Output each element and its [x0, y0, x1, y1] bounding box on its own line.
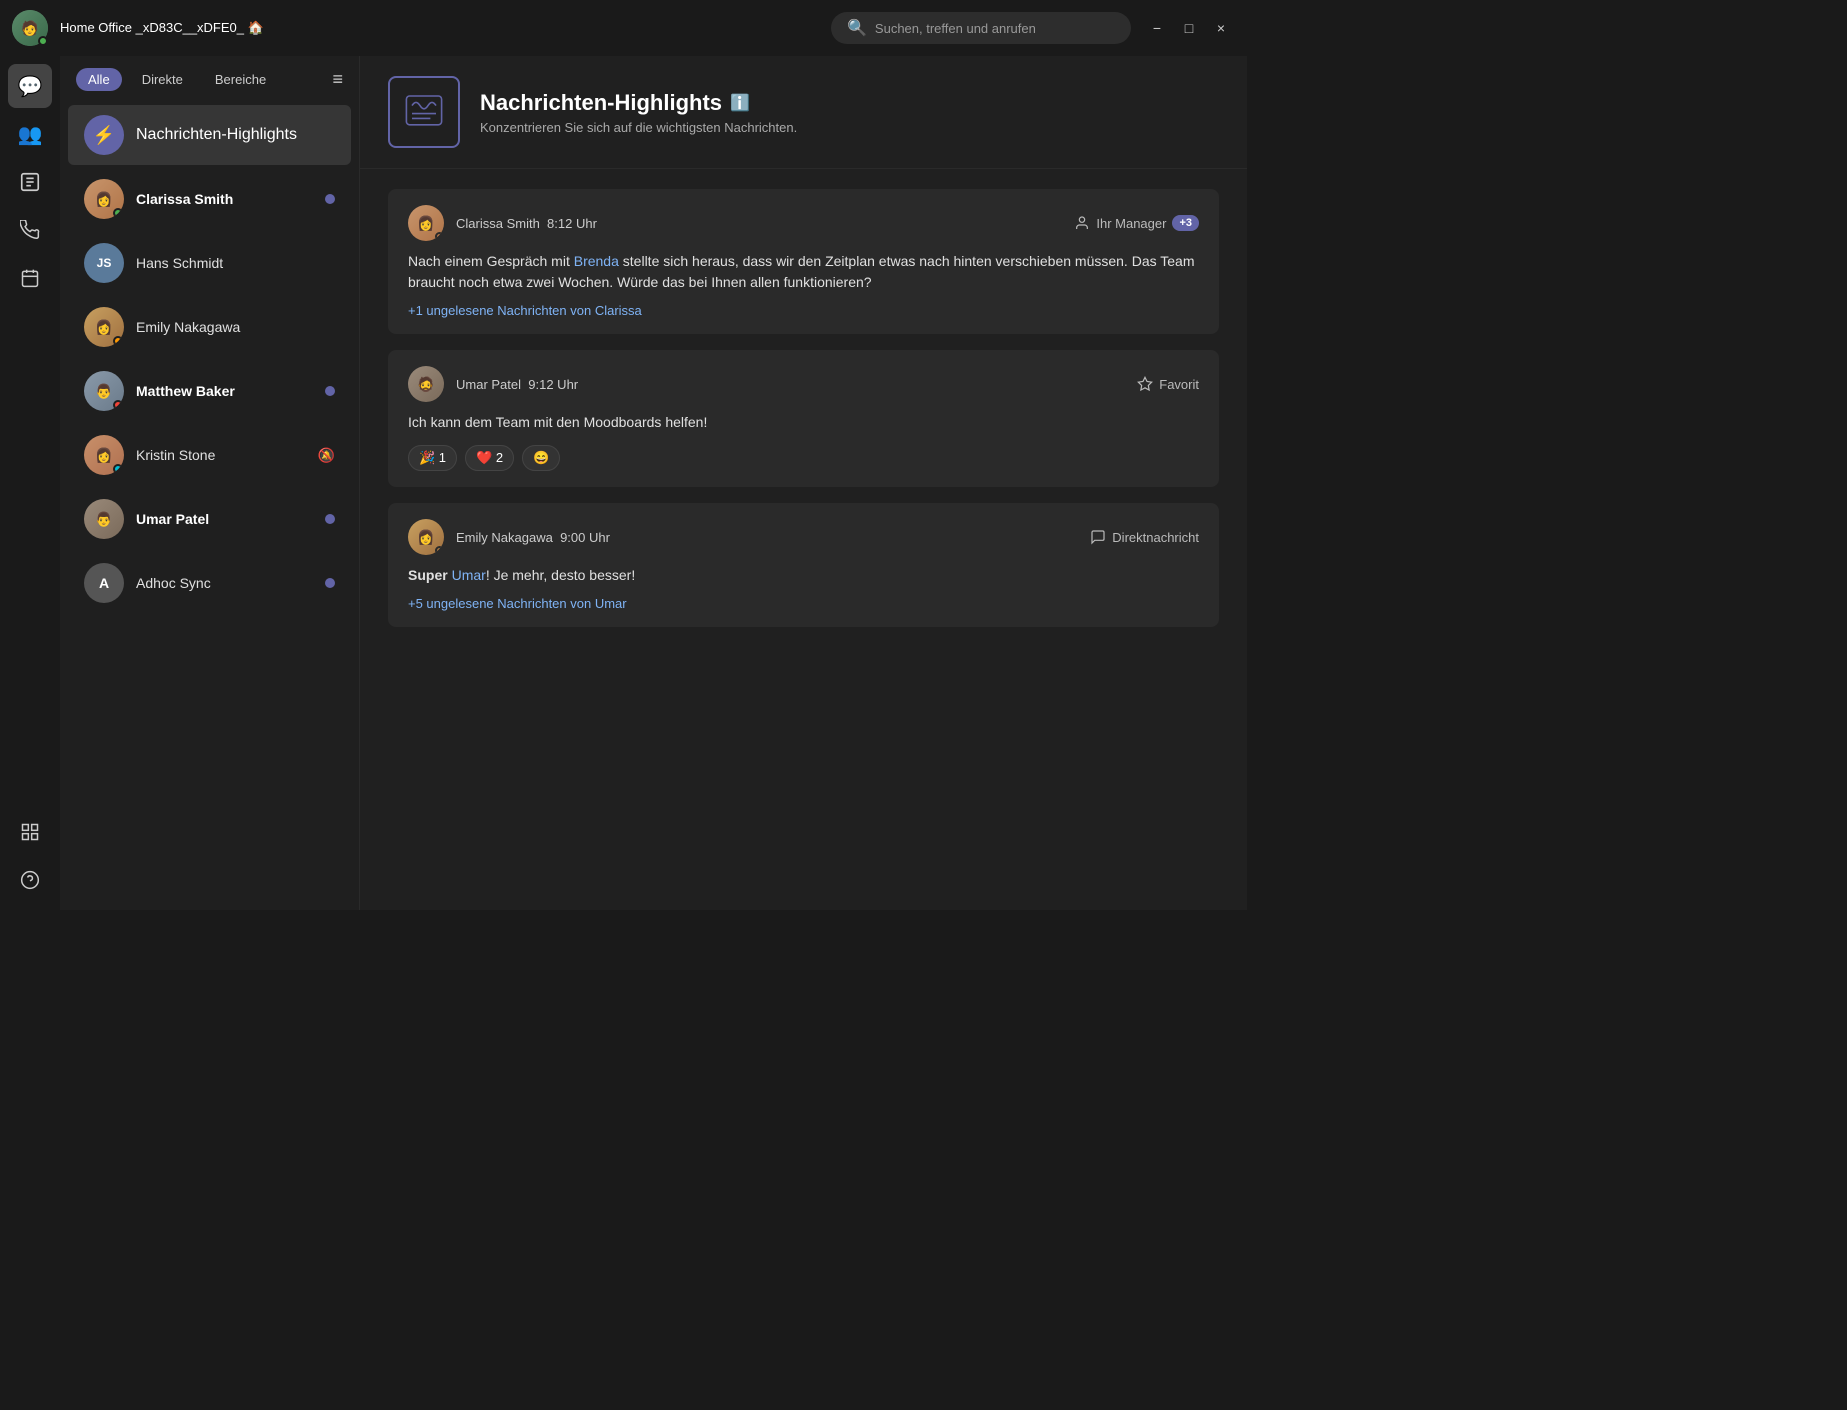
search-input[interactable] — [875, 21, 1115, 36]
mention-brenda: Brenda — [574, 253, 619, 269]
close-button[interactable]: × — [1207, 14, 1235, 42]
mute-icon-kristin: 🔕 — [318, 447, 335, 464]
nachrichten-highlights-item[interactable]: ⚡ Nachrichten-Highlights — [68, 105, 351, 165]
msg-avatar-umar: 🧔 — [408, 366, 444, 402]
filter-direkte-button[interactable]: Direkte — [130, 68, 195, 91]
sidebar-item-chat[interactable]: 💬 — [8, 64, 52, 108]
contact-name-umar: Umar Patel — [136, 511, 313, 527]
contact-item-hans[interactable]: JS Hans Schmidt — [68, 233, 351, 293]
user-avatar[interactable]: 🧑 — [12, 10, 48, 46]
contact-avatar-hans: JS — [84, 243, 124, 283]
bubble-icon — [1090, 529, 1106, 545]
mention-umar: Umar — [452, 567, 486, 583]
person-icon — [1074, 215, 1090, 231]
contact-avatar-adhoc: A — [84, 563, 124, 603]
reaction-party[interactable]: 🎉 1 — [408, 445, 457, 471]
page-title: Nachrichten-Highlights ℹ️ — [480, 90, 797, 116]
reaction-heart[interactable]: ❤️ 2 — [465, 445, 514, 471]
header-icon — [388, 76, 460, 148]
status-dot-matthew — [113, 400, 123, 410]
contact-avatar-clarissa: 👩 — [84, 179, 124, 219]
contacts-filter-bar: Alle Direkte Bereiche ≡ — [60, 56, 359, 103]
contact-item-matthew[interactable]: 👨 Matthew Baker — [68, 361, 351, 421]
window-controls: − □ × — [1143, 14, 1235, 42]
status-dot-clarissa — [113, 208, 123, 218]
message-card-clarissa: 👩 Clarissa Smith 8:12 Uhr Ihr Manager — [388, 189, 1219, 334]
contacts-panel: Alle Direkte Bereiche ≡ ⚡ Nachrichten-Hi… — [60, 56, 360, 910]
unread-dot-matthew — [325, 386, 335, 396]
msg-body-umar: Ich kann dem Team mit den Moodboards hel… — [408, 412, 1199, 433]
unread-dot-adhoc — [325, 578, 335, 588]
contact-name-clarissa: Clarissa Smith — [136, 191, 313, 207]
sidebar-item-calendar[interactable] — [8, 256, 52, 300]
contact-avatar-umar: 👨 — [84, 499, 124, 539]
contact-name-kristin: Kristin Stone — [136, 447, 306, 463]
msg-sender-clarissa: Clarissa Smith 8:12 Uhr — [456, 216, 597, 231]
contact-name-hans: Hans Schmidt — [136, 255, 335, 271]
filter-menu-icon[interactable]: ≡ — [332, 69, 343, 90]
page-subtitle: Konzentrieren Sie sich auf die wichtigst… — [480, 120, 797, 135]
status-dot-emily — [113, 336, 123, 346]
filter-all-button[interactable]: Alle — [76, 68, 122, 91]
main-layout: 💬 👥 — [0, 56, 1247, 910]
maximize-button[interactable]: □ — [1175, 14, 1203, 42]
reactions-umar: 🎉 1 ❤️ 2 😄 — [408, 445, 1199, 471]
highlight-icon: ⚡ — [84, 115, 124, 155]
status-dot-kristin — [113, 464, 123, 474]
msg-unread-emily[interactable]: +5 ungelesene Nachrichten von Umar — [408, 596, 1199, 611]
contact-name-emily: Emily Nakagawa — [136, 319, 335, 335]
msg-sender-emily: Emily Nakagawa 9:00 Uhr — [456, 530, 610, 545]
message-header-umar: 🧔 Umar Patel 9:12 Uhr Favorit — [408, 366, 1199, 402]
content-header: Nachrichten-Highlights ℹ️ Konzentrieren … — [360, 56, 1247, 169]
sidebar-icons: 💬 👥 — [0, 56, 60, 910]
contact-item-emily[interactable]: 👩 Emily Nakagawa — [68, 297, 351, 357]
header-text: Nachrichten-Highlights ℹ️ Konzentrieren … — [480, 90, 797, 135]
titlebar: 🧑 Home Office _xD83C__xDFE0_ 🏠 🔍 − □ × — [0, 0, 1247, 56]
msg-tag-umar[interactable]: Favorit — [1137, 376, 1199, 392]
contact-avatar-matthew: 👨 — [84, 371, 124, 411]
unread-dot-umar — [325, 514, 335, 524]
reaction-smile[interactable]: 😄 — [522, 445, 560, 471]
msg-tag-clarissa: Ihr Manager +3 — [1074, 215, 1199, 231]
msg-unread-clarissa[interactable]: +1 ungelesene Nachrichten von Clarissa — [408, 303, 1199, 318]
msg-status-emily — [435, 546, 444, 555]
contact-avatar-emily: 👩 — [84, 307, 124, 347]
msg-avatar-emily: 👩 — [408, 519, 444, 555]
message-header-emily: 👩 Emily Nakagawa 9:00 Uhr Direktnachrich… — [408, 519, 1199, 555]
message-card-emily: 👩 Emily Nakagawa 9:00 Uhr Direktnachrich… — [388, 503, 1219, 627]
user-status-dot — [38, 36, 48, 46]
message-header-clarissa: 👩 Clarissa Smith 8:12 Uhr Ihr Manager — [408, 205, 1199, 241]
contact-item-kristin[interactable]: 👩 Kristin Stone 🔕 — [68, 425, 351, 485]
message-card-umar: 🧔 Umar Patel 9:12 Uhr Favorit Ich kann d… — [388, 350, 1219, 487]
star-icon — [1137, 376, 1153, 392]
msg-avatar-clarissa: 👩 — [408, 205, 444, 241]
app-title: Home Office _xD83C__xDFE0_ 🏠 — [60, 20, 819, 36]
nachrichten-highlights-label: Nachrichten-Highlights — [136, 126, 297, 144]
manager-badge: +3 — [1172, 215, 1199, 231]
filter-bereiche-button[interactable]: Bereiche — [203, 68, 278, 91]
messages-list: 👩 Clarissa Smith 8:12 Uhr Ihr Manager — [360, 169, 1247, 910]
search-icon: 🔍 — [847, 18, 867, 38]
info-icon[interactable]: ℹ️ — [730, 93, 750, 113]
sidebar-item-calls[interactable] — [8, 208, 52, 252]
sidebar-item-people[interactable]: 👥 — [8, 112, 52, 156]
main-content: Nachrichten-Highlights ℹ️ Konzentrieren … — [360, 56, 1247, 910]
contact-name-adhoc: Adhoc Sync — [136, 575, 313, 591]
sidebar-item-help[interactable] — [8, 858, 52, 902]
unread-dot-clarissa — [325, 194, 335, 204]
msg-sender-umar: Umar Patel 9:12 Uhr — [456, 377, 578, 392]
sidebar-item-contacts[interactable] — [8, 160, 52, 204]
search-bar[interactable]: 🔍 — [831, 12, 1131, 44]
contact-item-umar[interactable]: 👨 Umar Patel — [68, 489, 351, 549]
contact-avatar-kristin: 👩 — [84, 435, 124, 475]
msg-tag-emily[interactable]: Direktnachricht — [1090, 529, 1199, 545]
minimize-button[interactable]: − — [1143, 14, 1171, 42]
sidebar-item-apps[interactable] — [8, 810, 52, 854]
msg-status-clarissa — [435, 232, 444, 241]
msg-body-clarissa: Nach einem Gespräch mit Brenda stellte s… — [408, 251, 1199, 293]
contact-name-matthew: Matthew Baker — [136, 383, 313, 399]
contact-item-clarissa[interactable]: 👩 Clarissa Smith — [68, 169, 351, 229]
contact-item-adhoc[interactable]: A Adhoc Sync — [68, 553, 351, 613]
msg-body-emily: Super Umar! Je mehr, desto besser! — [408, 565, 1199, 586]
